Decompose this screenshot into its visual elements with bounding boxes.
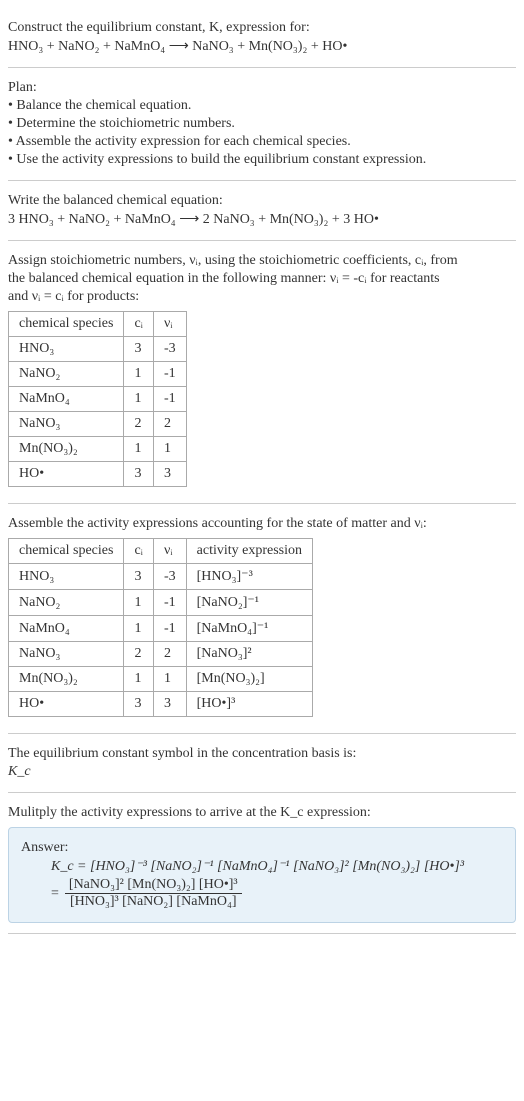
cell: -3: [153, 564, 186, 590]
cell: NaMnO₄: [9, 616, 124, 642]
cell: 1: [124, 616, 154, 642]
table-row: NaMnO₄1-1[NaMnO₄]⁻¹: [9, 616, 313, 642]
cell: [HO•]³: [186, 692, 312, 717]
col-header: cᵢ: [124, 539, 154, 564]
cell: [NaNO₃]²: [186, 642, 312, 667]
equals-sign: =: [51, 886, 59, 902]
stoich-text: the balanced chemical equation in the fo…: [8, 271, 516, 287]
cell: 1: [124, 590, 154, 616]
cell: 1: [153, 667, 186, 692]
cell: [NaMnO₄]⁻¹: [186, 616, 312, 642]
plan-item: • Use the activity expressions to build …: [8, 152, 516, 168]
cell: 1: [124, 362, 154, 387]
answer-label: Answer:: [21, 840, 503, 856]
cell: -1: [153, 590, 186, 616]
col-header: νᵢ: [153, 539, 186, 564]
table-row: Mn(NO₃)₂11[Mn(NO₃)₂]: [9, 667, 313, 692]
plan-section: Plan: • Balance the chemical equation. •…: [8, 68, 516, 181]
cell: [NaNO₂]⁻¹: [186, 590, 312, 616]
fraction-denominator: [HNO₃]³ [NaNO₂] [NaMnO₄]: [65, 894, 242, 910]
stoich-table: chemical species cᵢ νᵢ HNO₃3-3 NaNO₂1-1 …: [8, 311, 187, 487]
cell: NaNO₂: [9, 590, 124, 616]
cell: 2: [153, 412, 186, 437]
cell: -3: [153, 337, 186, 362]
cell: 3: [124, 692, 154, 717]
table-row: NaNO₂1-1: [9, 362, 187, 387]
balanced-heading: Write the balanced chemical equation:: [8, 193, 516, 209]
table-row: NaNO₃22: [9, 412, 187, 437]
cell: 1: [124, 667, 154, 692]
cell: NaNO₃: [9, 642, 124, 667]
cell: 2: [124, 412, 154, 437]
table-row: HO•33[HO•]³: [9, 692, 313, 717]
activity-heading: Assemble the activity expressions accoun…: [8, 516, 516, 532]
cell: NaNO₃: [9, 412, 124, 437]
cell: 3: [124, 564, 154, 590]
activity-section: Assemble the activity expressions accoun…: [8, 504, 516, 734]
plan-item: • Balance the chemical equation.: [8, 98, 516, 114]
col-header: cᵢ: [124, 312, 154, 337]
intro-section: Construct the equilibrium constant, K, e…: [8, 8, 516, 68]
table-row: HNO₃3-3[HNO₃]⁻³: [9, 564, 313, 590]
cell: NaMnO₄: [9, 387, 124, 412]
cell: -1: [153, 387, 186, 412]
cell: HO•: [9, 462, 124, 487]
answer-line-1: K_c = [HNO₃]⁻³ [NaNO₂]⁻¹ [NaMnO₄]⁻¹ [NaN…: [51, 858, 503, 875]
fraction-numerator: [NaNO₃]² [Mn(NO₃)₂] [HO•]³: [65, 877, 242, 894]
cell: -1: [153, 616, 186, 642]
unbalanced-reaction: HNO₃ + NaNO₂ + NaMnO₄ ⟶ NaNO₃ + Mn(NO₃)₂…: [8, 38, 516, 55]
table-header-row: chemical species cᵢ νᵢ: [9, 312, 187, 337]
cell: 3: [124, 462, 154, 487]
plan-heading: Plan:: [8, 80, 516, 96]
cell: HNO₃: [9, 564, 124, 590]
cell: HO•: [9, 692, 124, 717]
stoich-section: Assign stoichiometric numbers, νᵢ, using…: [8, 241, 516, 504]
table-row: NaNO₃22[NaNO₃]²: [9, 642, 313, 667]
cell: NaNO₂: [9, 362, 124, 387]
stoich-text: Assign stoichiometric numbers, νᵢ, using…: [8, 253, 516, 269]
answer-line-2: = [NaNO₃]² [Mn(NO₃)₂] [HO•]³ [HNO₃]³ [Na…: [51, 877, 503, 910]
cell: 3: [153, 692, 186, 717]
cell: Mn(NO₃)₂: [9, 667, 124, 692]
cell: 1: [124, 437, 154, 462]
balanced-reaction: 3 HNO₃ + NaNO₂ + NaMnO₄ ⟶ 2 NaNO₃ + Mn(N…: [8, 211, 516, 228]
cell: [HNO₃]⁻³: [186, 564, 312, 590]
kc-symbol-section: The equilibrium constant symbol in the c…: [8, 734, 516, 793]
table-row: HNO₃3-3: [9, 337, 187, 362]
col-header: chemical species: [9, 539, 124, 564]
col-header: νᵢ: [153, 312, 186, 337]
table-header-row: chemical species cᵢ νᵢ activity expressi…: [9, 539, 313, 564]
activity-table: chemical species cᵢ νᵢ activity expressi…: [8, 538, 313, 717]
cell: [Mn(NO₃)₂]: [186, 667, 312, 692]
cell: -1: [153, 362, 186, 387]
title: Construct the equilibrium constant, K, e…: [8, 20, 516, 36]
cell: Mn(NO₃)₂: [9, 437, 124, 462]
answer-box: Answer: K_c = [HNO₃]⁻³ [NaNO₂]⁻¹ [NaMnO₄…: [8, 827, 516, 923]
plan-item: • Assemble the activity expression for e…: [8, 134, 516, 150]
cell: 2: [153, 642, 186, 667]
table-row: HO•33: [9, 462, 187, 487]
table-row: NaMnO₄1-1: [9, 387, 187, 412]
plan-item: • Determine the stoichiometric numbers.: [8, 116, 516, 132]
multiply-heading: Mulitply the activity expressions to arr…: [8, 805, 516, 821]
stoich-text: and νᵢ = cᵢ for products:: [8, 289, 516, 305]
cell: 1: [153, 437, 186, 462]
balanced-section: Write the balanced chemical equation: 3 …: [8, 181, 516, 241]
cell: 1: [124, 387, 154, 412]
col-header: chemical species: [9, 312, 124, 337]
answer-fraction: [NaNO₃]² [Mn(NO₃)₂] [HO•]³ [HNO₃]³ [NaNO…: [65, 877, 242, 910]
cell: 2: [124, 642, 154, 667]
cell: 3: [153, 462, 186, 487]
answer-expression: K_c = [HNO₃]⁻³ [NaNO₂]⁻¹ [NaMnO₄]⁻¹ [NaN…: [51, 858, 464, 875]
kc-heading: The equilibrium constant symbol in the c…: [8, 746, 516, 762]
kc-symbol: K_c: [8, 764, 516, 780]
table-row: Mn(NO₃)₂11: [9, 437, 187, 462]
cell: 3: [124, 337, 154, 362]
table-row: NaNO₂1-1[NaNO₂]⁻¹: [9, 590, 313, 616]
cell: HNO₃: [9, 337, 124, 362]
multiply-section: Mulitply the activity expressions to arr…: [8, 793, 516, 934]
col-header: activity expression: [186, 539, 312, 564]
